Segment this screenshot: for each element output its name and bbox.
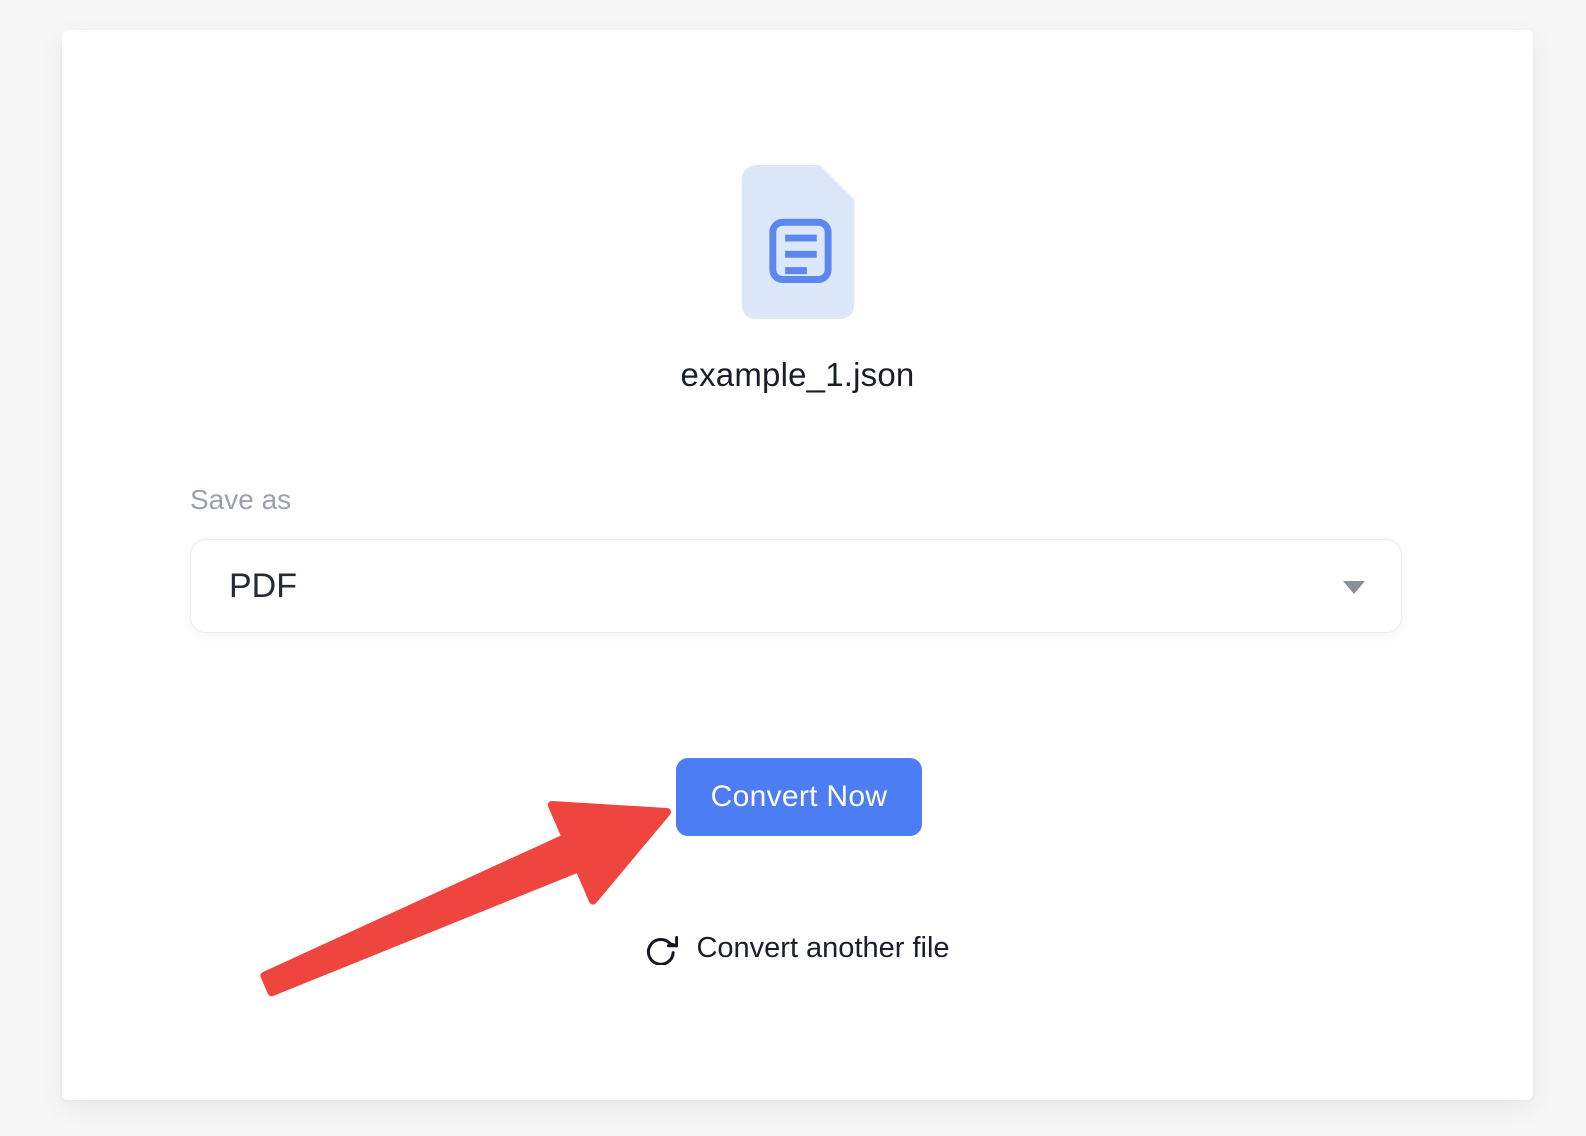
converter-card: example_1.json Save as PDF Convert Now C… bbox=[62, 30, 1533, 1100]
format-select-dropdown[interactable]: PDF bbox=[190, 539, 1402, 633]
convert-another-file-link[interactable]: Convert another file bbox=[62, 932, 1533, 965]
format-select-value: PDF bbox=[229, 566, 297, 605]
file-name: example_1.json bbox=[680, 356, 915, 393]
chevron-down-icon bbox=[1343, 581, 1365, 595]
page-background: example_1.json Save as PDF Convert Now C… bbox=[0, 0, 1586, 1136]
file-document-icon bbox=[741, 165, 854, 319]
convert-now-button[interactable]: Convert Now bbox=[676, 758, 922, 836]
refresh-icon bbox=[647, 935, 679, 965]
convert-another-label: Convert another file bbox=[696, 932, 950, 964]
save-as-label: Save as bbox=[190, 484, 292, 515]
